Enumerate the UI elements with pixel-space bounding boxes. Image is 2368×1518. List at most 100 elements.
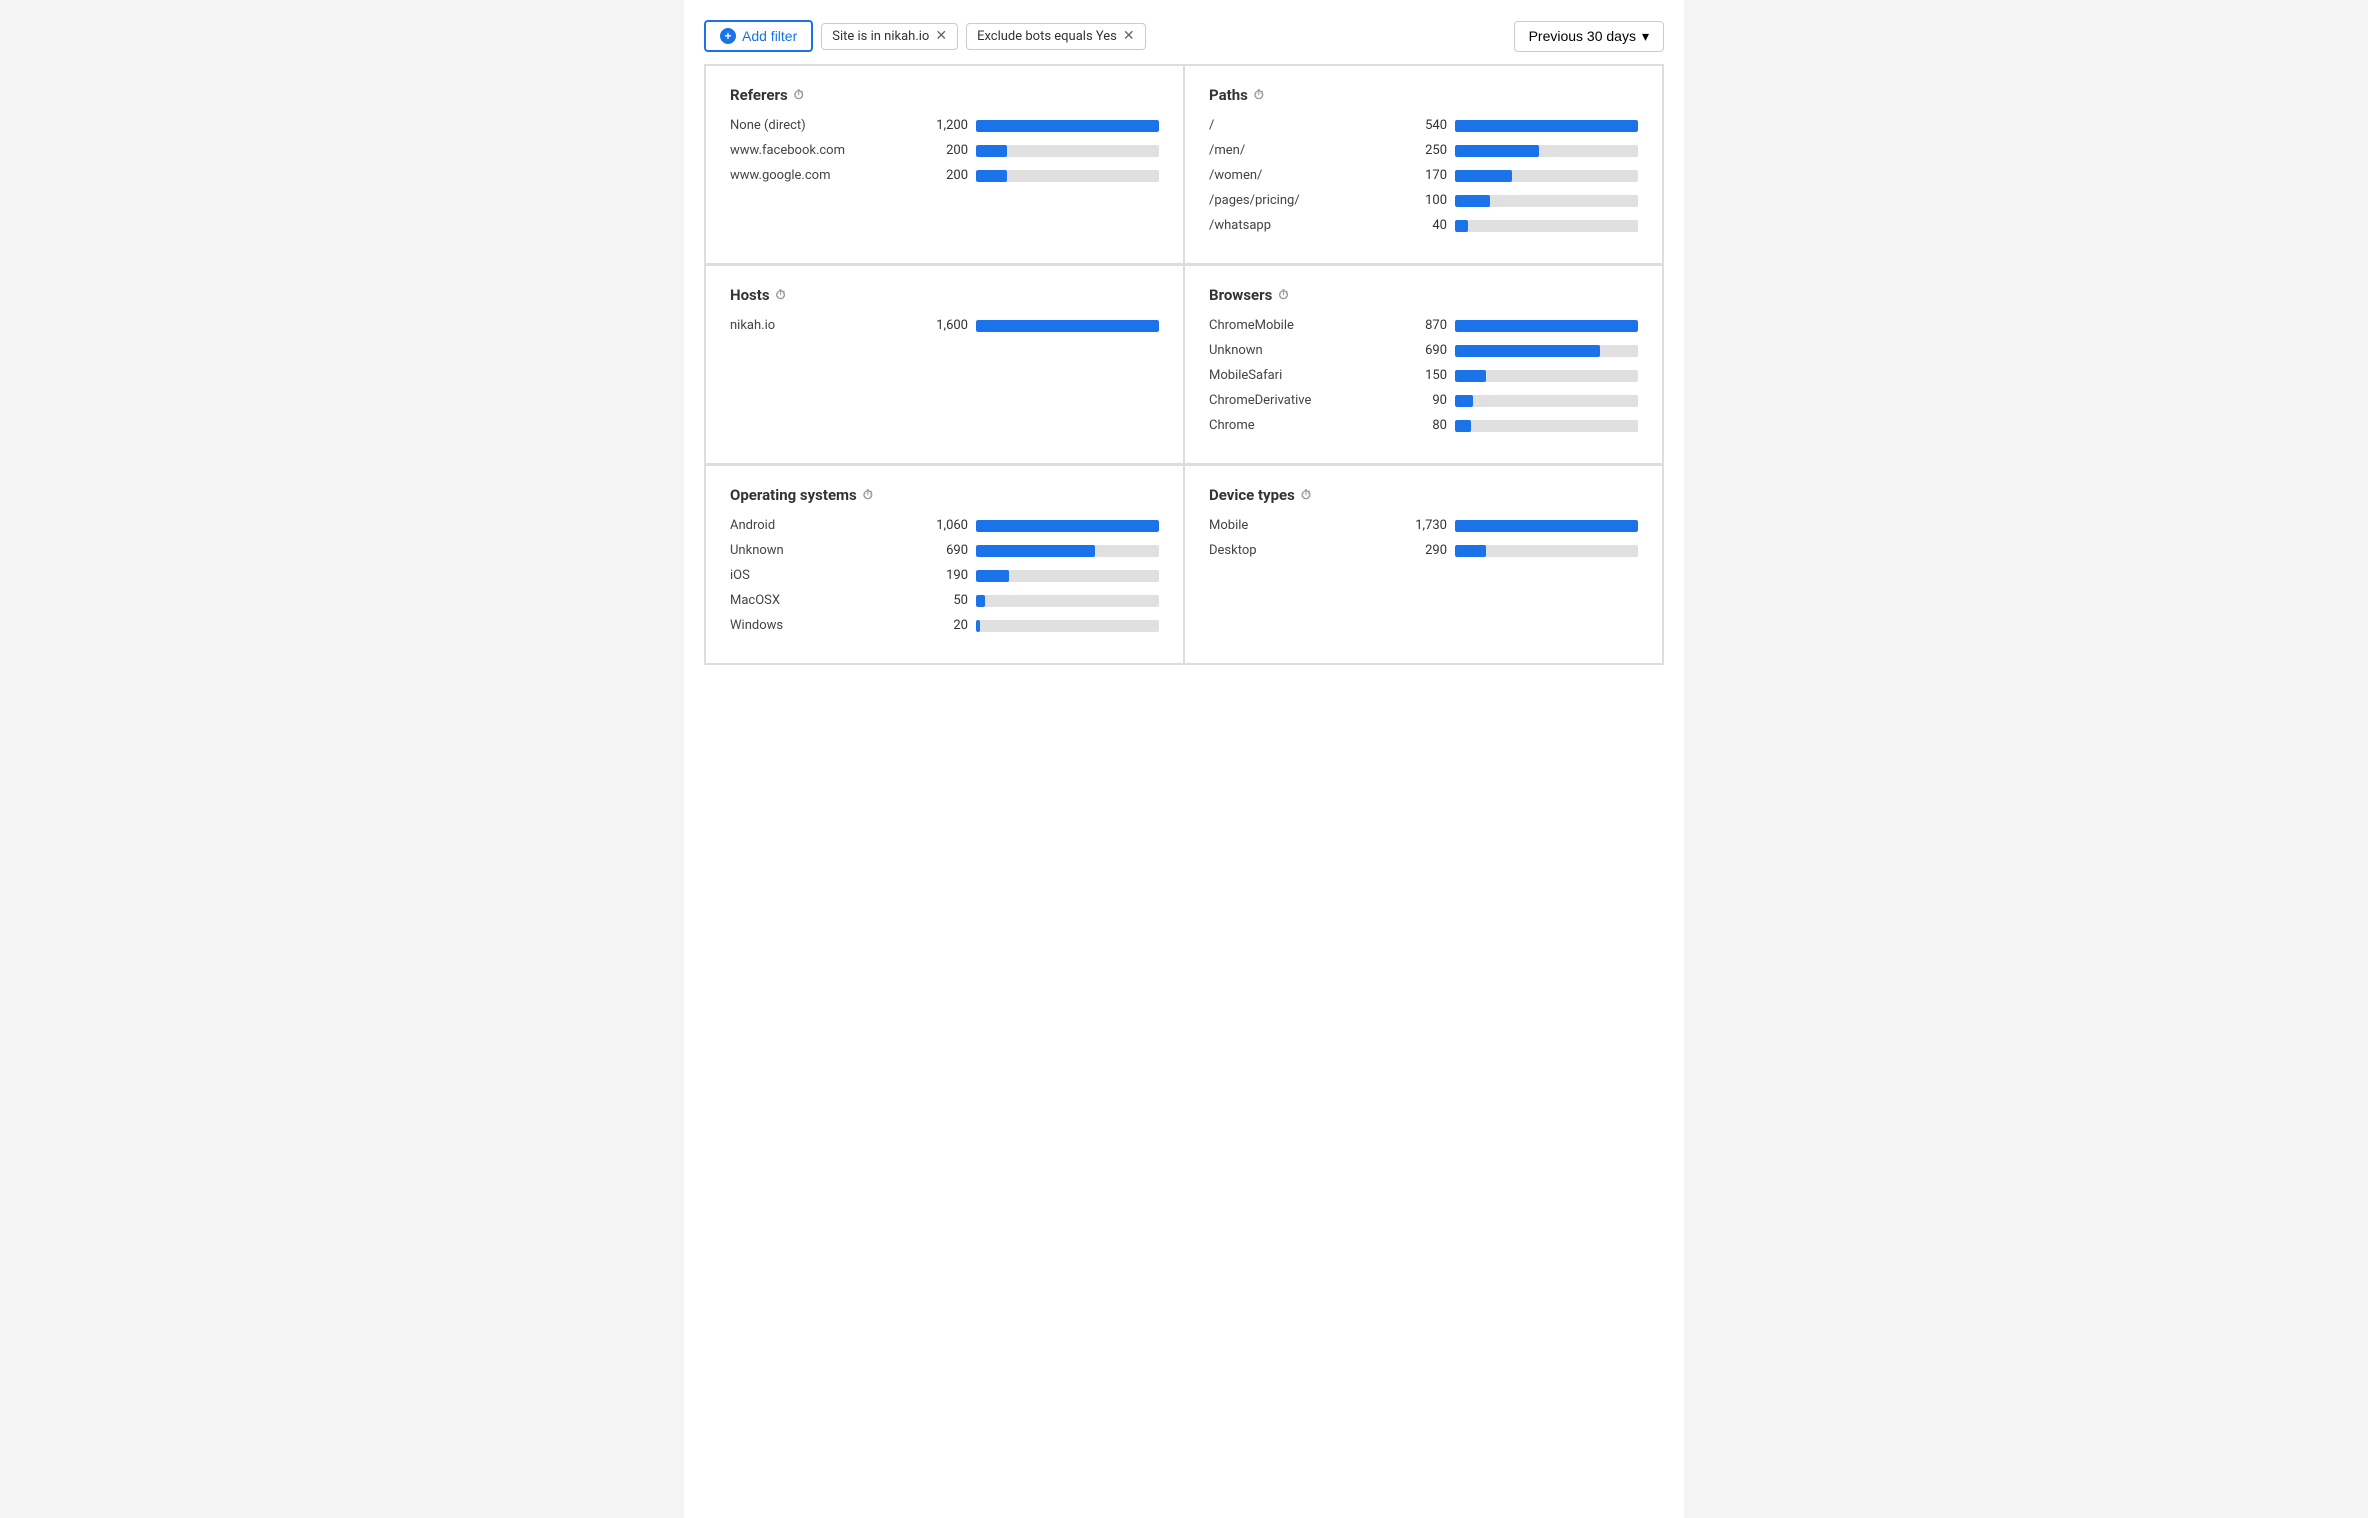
date-range-label: Previous 30 days <box>1529 28 1636 44</box>
bar-fill <box>1455 145 1539 157</box>
bar-container <box>1455 320 1638 332</box>
bar-fill <box>1455 120 1638 132</box>
data-label: iOS <box>730 568 910 583</box>
bar-container <box>976 545 1159 557</box>
panel-title-text: Paths <box>1209 86 1248 104</box>
data-row: www.facebook.com 200 <box>730 143 1159 158</box>
panel-title-text: Operating systems <box>730 486 857 504</box>
bar-container <box>1455 145 1638 157</box>
data-label: Windows <box>730 618 910 633</box>
info-icon[interactable]: ⏱ <box>776 288 786 303</box>
top-bar: + Add filter Site is in nikah.io✕Exclude… <box>704 20 1664 52</box>
panel-title-referers: Referers⏱ <box>730 86 1159 104</box>
data-row: iOS 190 <box>730 568 1159 583</box>
data-label: /whatsapp <box>1209 218 1389 233</box>
bar-container <box>976 170 1159 182</box>
data-label: Desktop <box>1209 543 1389 558</box>
bar-fill <box>1455 545 1486 557</box>
data-row: www.google.com 200 <box>730 168 1159 183</box>
panel-browsers: Browsers⏱ ChromeMobile 870 Unknown 690 M… <box>1184 265 1663 464</box>
bar-container <box>1455 170 1638 182</box>
bar-container <box>976 570 1159 582</box>
data-label: ChromeMobile <box>1209 318 1389 333</box>
data-row: Desktop 290 <box>1209 543 1638 558</box>
panel-referers: Referers⏱ None (direct) 1,200 www.facebo… <box>705 65 1184 264</box>
bar-container <box>1455 345 1638 357</box>
info-icon[interactable]: ⏱ <box>863 488 873 503</box>
data-row: nikah.io 1,600 <box>730 318 1159 333</box>
data-value: 40 <box>1397 218 1447 233</box>
bar-container <box>976 595 1159 607</box>
data-value: 20 <box>918 618 968 633</box>
data-value: 90 <box>1397 393 1447 408</box>
data-label: /men/ <box>1209 143 1389 158</box>
data-row: /women/ 170 <box>1209 168 1638 183</box>
data-value: 1,200 <box>918 118 968 133</box>
info-icon[interactable]: ⏱ <box>794 88 804 103</box>
info-icon[interactable]: ⏱ <box>1254 88 1264 103</box>
data-row: Mobile 1,730 <box>1209 518 1638 533</box>
data-value: 540 <box>1397 118 1447 133</box>
bar-container <box>976 320 1159 332</box>
bar-fill <box>976 545 1095 557</box>
add-filter-label: Add filter <box>742 28 797 44</box>
page-wrapper: + Add filter Site is in nikah.io✕Exclude… <box>684 0 1684 1518</box>
panel-operating-systems: Operating systems ⏱ Android 1,060 Unknown… <box>705 465 1184 664</box>
bar-container <box>1455 120 1638 132</box>
data-label: / <box>1209 118 1389 133</box>
data-value: 200 <box>918 143 968 158</box>
bar-container <box>1455 520 1638 532</box>
bar-fill <box>1455 220 1468 232</box>
bar-fill <box>1455 345 1600 357</box>
bar-container <box>1455 195 1638 207</box>
bar-container <box>976 120 1159 132</box>
bar-container <box>976 145 1159 157</box>
data-label: /women/ <box>1209 168 1389 183</box>
data-label: MacOSX <box>730 593 910 608</box>
data-row: ChromeMobile 870 <box>1209 318 1638 333</box>
panel-title-text: Device types <box>1209 486 1295 504</box>
data-value: 50 <box>918 593 968 608</box>
plus-icon: + <box>720 28 736 44</box>
data-label: nikah.io <box>730 318 910 333</box>
bar-fill <box>1455 170 1512 182</box>
info-icon[interactable]: ⏱ <box>1278 288 1288 303</box>
filter-tag-filter-bots: Exclude bots equals Yes ✕ <box>966 23 1146 50</box>
panel-title-text: Hosts <box>730 286 770 304</box>
data-label: www.google.com <box>730 168 910 183</box>
bar-container <box>976 520 1159 532</box>
info-icon[interactable]: ⏱ <box>1301 488 1311 503</box>
data-row: MacOSX 50 <box>730 593 1159 608</box>
data-row: Android 1,060 <box>730 518 1159 533</box>
data-label: Mobile <box>1209 518 1389 533</box>
data-row: Unknown 690 <box>730 543 1159 558</box>
bar-fill <box>1455 520 1638 532</box>
filter-tag-text: Site is in nikah.io <box>832 29 929 44</box>
bar-container <box>1455 220 1638 232</box>
bar-fill <box>976 145 1007 157</box>
data-value: 190 <box>918 568 968 583</box>
bar-fill <box>1455 320 1638 332</box>
data-row: None (direct) 1,200 <box>730 118 1159 133</box>
date-range-button[interactable]: Previous 30 days ▾ <box>1514 21 1664 52</box>
data-value: 250 <box>1397 143 1447 158</box>
panels-grid: Referers⏱ None (direct) 1,200 www.facebo… <box>704 64 1664 665</box>
data-value: 200 <box>918 168 968 183</box>
bar-fill <box>976 170 1007 182</box>
bar-fill <box>976 620 980 632</box>
data-label: MobileSafari <box>1209 368 1389 383</box>
remove-filter-icon[interactable]: ✕ <box>935 29 947 43</box>
add-filter-button[interactable]: + Add filter <box>704 20 813 52</box>
data-value: 870 <box>1397 318 1447 333</box>
data-value: 1,600 <box>918 318 968 333</box>
bar-fill <box>1455 420 1471 432</box>
filter-tag-text: Exclude bots equals Yes <box>977 29 1117 44</box>
panel-title-text: Browsers <box>1209 286 1272 304</box>
data-value: 150 <box>1397 368 1447 383</box>
filter-tag-filter-site: Site is in nikah.io ✕ <box>821 23 958 50</box>
panel-title-hosts: Hosts ⏱ <box>730 286 1159 304</box>
data-label: ChromeDerivative <box>1209 393 1389 408</box>
data-row: / 540 <box>1209 118 1638 133</box>
filter-tags-container: Site is in nikah.io✕Exclude bots equals … <box>821 23 1145 50</box>
remove-filter-icon[interactable]: ✕ <box>1123 29 1135 43</box>
